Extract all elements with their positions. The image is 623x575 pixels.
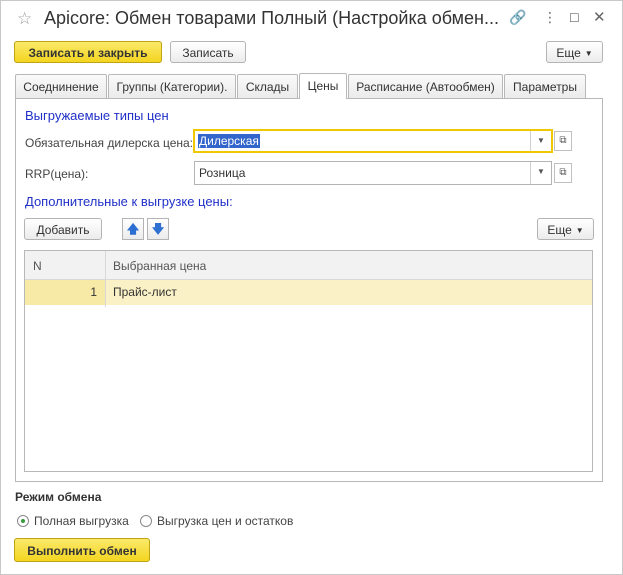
tab-warehouses[interactable]: Склады [237,74,298,98]
rrp-price-open-icon[interactable]: ⧉ [554,163,572,183]
run-exchange-button[interactable]: Выполнить обмен [14,538,150,562]
maximize-icon[interactable]: ☐ [569,11,580,25]
window-title: Apicore: Обмен товарами Полный (Настройк… [44,8,500,28]
save-button[interactable]: Записать [170,41,246,63]
prices-table: N Выбранная цена 1 Прайс-лист [24,250,593,472]
table-row[interactable]: 1 Прайс-лист [25,280,592,305]
link-icon[interactable]: 🔗 [509,9,526,26]
rrp-price-value: Розница [199,166,246,180]
full-export-label[interactable]: Полная выгрузка [34,514,129,528]
row-number: 1 [90,285,97,299]
add-button[interactable]: Добавить [24,218,102,240]
move-down-icon[interactable]: 🡇 [147,218,169,240]
table-header: N Выбранная цена [25,251,592,280]
radio-full-export[interactable] [17,515,29,527]
prices-stock-export-label[interactable]: Выгрузка цен и остатков [157,514,293,528]
row-price: Прайс-лист [113,285,177,299]
close-icon[interactable]: ✕ [593,8,606,26]
tab-connection[interactable]: Соеднинение [15,74,107,98]
price-types-title: Выгружаемые типы цен [25,108,169,123]
toolbar-more-button[interactable]: Еще ▼ [546,41,603,63]
column-divider [105,251,106,307]
chevron-down-icon: ▼ [584,49,593,58]
toolbar-more-label: Еще [556,46,581,60]
dealer-price-dropdown-icon[interactable]: ▼ [530,131,551,151]
table-more-label: Еще [547,223,572,237]
save-and-close-button[interactable]: Записать и закрыть [14,41,162,63]
tab-parameters[interactable]: Параметры [504,74,586,98]
dealer-price-field[interactable]: Дилерская ▼ [193,129,553,153]
move-up-icon[interactable]: 🡅 [122,218,144,240]
tab-schedule[interactable]: Расписание (Автообмен) [348,74,503,98]
column-header-price[interactable]: Выбранная цена [113,259,206,273]
dealer-price-value: Дилерская [198,134,260,148]
rrp-price-dropdown-icon[interactable]: ▼ [530,162,551,184]
title-bar: ☆ Apicore: Обмен товарами Полный (Настро… [1,1,622,37]
chevron-down-icon: ▼ [575,226,584,235]
dealer-price-open-icon[interactable]: ⧉ [554,131,572,151]
settings-window: ☆ Apicore: Обмен товарами Полный (Настро… [0,0,623,575]
rrp-price-field[interactable]: Розница ▼ [194,161,552,185]
radio-prices-stock-export[interactable] [140,515,152,527]
tab-groups[interactable]: Группы (Категории). [108,74,236,98]
more-vertical-icon[interactable]: ⋮ [543,9,557,26]
dealer-price-label: Обязательная дилерска цена: [25,136,193,150]
star-icon[interactable]: ☆ [17,9,32,29]
column-header-n[interactable]: N [33,259,42,273]
additional-prices-title: Дополнительные к выгрузке цены: [25,194,233,209]
table-more-button[interactable]: Еще ▼ [537,218,594,240]
rrp-price-label: RRP(цена): [25,167,89,181]
tab-prices[interactable]: Цены [299,73,347,99]
exchange-mode-title: Режим обмена [15,490,102,504]
